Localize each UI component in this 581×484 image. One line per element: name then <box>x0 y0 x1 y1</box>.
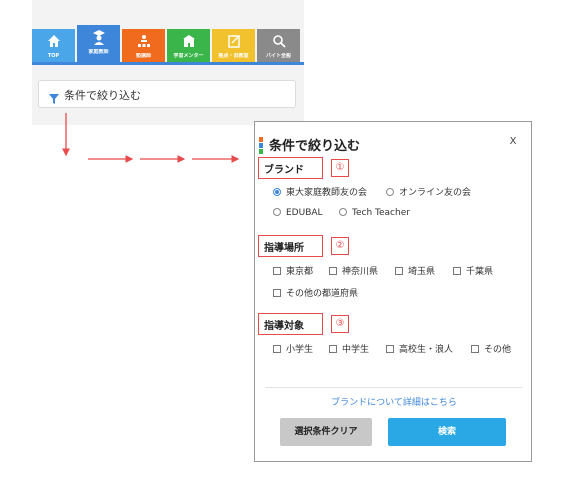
filter-bar-button[interactable]: 条件で絞り込む <box>38 80 296 108</box>
brand-option-edubal[interactable]: EDUBAL <box>273 208 323 218</box>
title-accent-bar <box>259 137 264 154</box>
filter-modal: 条件で絞り込む X ブランド ① 東大家庭教師友の会 オンライン友の会 EDUB… <box>254 121 532 462</box>
location-option-saitama[interactable]: 埼玉県 <box>395 264 435 277</box>
search-button[interactable]: 検索 <box>388 418 506 446</box>
funnel-icon <box>49 89 59 108</box>
radio-icon[interactable] <box>339 208 347 216</box>
tab-label: 学習メンター <box>173 53 204 59</box>
school-icon <box>167 29 210 53</box>
location-section-title: 指導場所 <box>264 243 304 254</box>
target-option-elementary[interactable]: 小学生 <box>273 342 313 355</box>
checkbox-icon[interactable] <box>471 345 479 353</box>
checkbox-icon[interactable] <box>329 345 337 353</box>
graduate-icon <box>77 25 120 49</box>
badge-two: ② <box>331 237 349 255</box>
tab-label: 塾講師 <box>135 53 151 59</box>
badge-one: ① <box>331 159 349 177</box>
brand-details-link[interactable]: ブランドについて詳細はこちら <box>255 395 533 408</box>
tab-label: 家庭教師 <box>88 49 109 55</box>
tab-general-job[interactable]: バイト全般 <box>257 29 300 63</box>
brand-option-online[interactable]: オンライン友の会 <box>386 185 471 198</box>
checkbox-icon[interactable] <box>386 345 394 353</box>
brand-option-todai[interactable]: 東大家庭教師友の会 <box>273 185 367 198</box>
divider <box>265 387 523 388</box>
checkbox-icon[interactable] <box>273 289 281 297</box>
location-option-tokyo[interactable]: 東京都 <box>273 264 313 277</box>
search-icon <box>257 29 300 53</box>
target-option-other[interactable]: その他 <box>471 342 511 355</box>
category-tabs: TOP 家庭教師 塾講師 学習メンター 拠点・旧教室 バイト全般 <box>32 25 304 63</box>
classroom-icon <box>122 29 165 53</box>
checkbox-icon[interactable] <box>329 267 337 275</box>
checkbox-icon[interactable] <box>395 267 403 275</box>
close-button[interactable]: X <box>505 134 521 150</box>
clear-conditions-button[interactable]: 選択条件クリア <box>280 418 372 446</box>
mobile-header-area: TOP 家庭教師 塾講師 学習メンター 拠点・旧教室 バイト全般 条件で絞り込む <box>32 0 304 125</box>
tab-top[interactable]: TOP <box>32 29 75 63</box>
tab-label: TOP <box>47 53 60 59</box>
home-icon <box>32 29 75 53</box>
checkbox-icon[interactable] <box>273 345 281 353</box>
checkbox-icon[interactable] <box>453 267 461 275</box>
target-section-highlight: 指導対象 <box>258 313 323 335</box>
radio-checked-icon[interactable] <box>273 188 281 196</box>
brand-section-highlight: ブランド <box>258 157 323 179</box>
checkbox-icon[interactable] <box>273 267 281 275</box>
tab-label: 拠点・旧教室 <box>218 53 249 59</box>
tab-learning-mentor[interactable]: 学習メンター <box>167 29 210 63</box>
target-option-junior-high[interactable]: 中学生 <box>329 342 369 355</box>
location-option-other[interactable]: その他の都道府県 <box>273 286 358 299</box>
radio-icon[interactable] <box>386 188 394 196</box>
tab-base-classroom[interactable]: 拠点・旧教室 <box>212 29 255 63</box>
target-option-high-school[interactable]: 高校生・浪人 <box>386 342 453 355</box>
brand-section-title: ブランド <box>264 165 304 176</box>
target-section-title: 指導対象 <box>264 321 304 332</box>
tab-underline <box>32 62 304 65</box>
tab-label: バイト全般 <box>265 53 291 59</box>
badge-three: ③ <box>331 315 349 333</box>
brand-option-tech-teacher[interactable]: Tech Teacher <box>339 208 410 218</box>
location-option-chiba[interactable]: 千葉県 <box>453 264 493 277</box>
radio-icon[interactable] <box>273 208 281 216</box>
location-option-kanagawa[interactable]: 神奈川県 <box>329 264 378 277</box>
tab-cram-teacher[interactable]: 塾講師 <box>122 29 165 63</box>
modal-title: 条件で絞り込む <box>269 139 361 154</box>
tab-home-tutor[interactable]: 家庭教師 <box>77 25 120 63</box>
location-section-highlight: 指導場所 <box>258 235 323 257</box>
notepad-icon <box>212 29 255 53</box>
filter-bar-label: 条件で絞り込む <box>64 89 141 102</box>
